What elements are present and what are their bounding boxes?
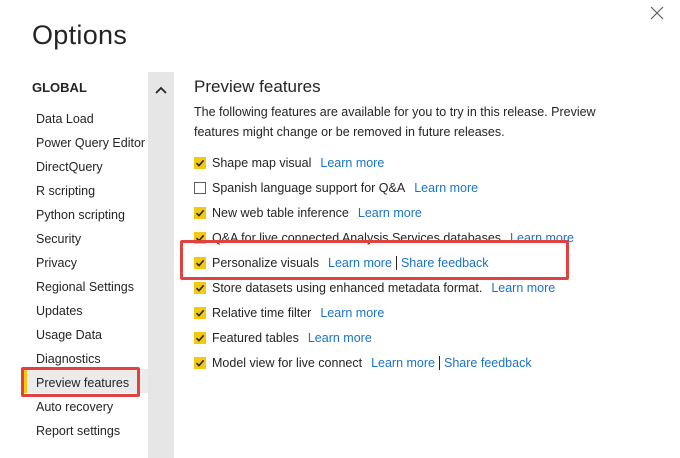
feature-list: Shape map visual Learn more Spanish langua… [194, 150, 574, 375]
sidebar-item-updates[interactable]: Updates [36, 299, 145, 323]
feature-label: Store datasets using enhanced metadata f… [212, 280, 483, 295]
feature-row: Model view for live connect Learn more Sha… [194, 350, 574, 375]
chevron-up-icon[interactable] [148, 74, 173, 106]
sidebar-item-directquery[interactable]: DirectQuery [36, 155, 145, 179]
feature-checkbox[interactable] [194, 306, 206, 319]
feature-checkbox[interactable] [194, 231, 206, 244]
checkmark-icon [195, 309, 205, 317]
feature-row: Shape map visual Learn more [194, 150, 574, 175]
feature-checkbox[interactable] [194, 156, 206, 169]
checkmark-icon [195, 234, 205, 242]
learn-more-link[interactable]: Learn more [308, 331, 372, 345]
feature-label: Spanish language support for Q&A [212, 180, 406, 195]
link-separator [395, 255, 397, 270]
feature-label: Model view for live connect [212, 355, 363, 370]
sidebar-item-power-query-editor[interactable]: Power Query Editor [36, 131, 145, 155]
sidebar-item-usage-data[interactable]: Usage Data [36, 323, 145, 347]
feature-label: Q&A for live connected Analysis Services… [212, 230, 502, 245]
sidebar-scrollbar[interactable] [148, 72, 173, 458]
feature-row: New web table inference Learn more [194, 200, 574, 225]
feature-label: Personalize visuals [212, 255, 319, 270]
sidebar-item-privacy[interactable]: Privacy [36, 251, 145, 275]
learn-more-link[interactable]: Learn more [414, 181, 478, 195]
sidebar-item-diagnostics[interactable]: Diagnostics [36, 347, 145, 371]
sidebar-item-report-settings[interactable]: Report settings [36, 419, 145, 443]
sidebar-item-regional-settings[interactable]: Regional Settings [36, 275, 145, 299]
learn-more-link[interactable]: Learn more [328, 256, 392, 270]
feature-row: Relative time filter Learn more [194, 300, 574, 325]
sidebar-item-auto-recovery[interactable]: Auto recovery [36, 395, 145, 419]
learn-more-link[interactable]: Learn more [510, 231, 574, 245]
learn-more-link[interactable]: Learn more [371, 356, 435, 370]
sidebar-item-security[interactable]: Security [36, 227, 145, 251]
feature-label: Shape map visual [212, 155, 312, 170]
feature-checkbox[interactable] [194, 181, 206, 194]
page-description: The following features are available for… [194, 105, 596, 139]
feature-label: New web table inference [212, 205, 349, 220]
learn-more-link[interactable]: Learn more [358, 206, 422, 220]
feature-row: Store datasets using enhanced metadata f… [194, 275, 574, 300]
sidebar: GLOBAL Data Load Power Query Editor Direct… [0, 72, 175, 458]
learn-more-link[interactable]: Learn more [320, 306, 384, 320]
feature-row: Featured tables Learn more [194, 325, 574, 350]
checkmark-icon [195, 209, 205, 217]
feature-checkbox[interactable] [194, 281, 206, 294]
checkmark-icon [195, 159, 205, 167]
feature-label: Featured tables [212, 330, 299, 345]
checkmark-icon [195, 259, 205, 267]
checkmark-icon [195, 284, 205, 292]
sidebar-selection-marker [24, 369, 27, 393]
share-feedback-link[interactable]: Share feedback [444, 356, 532, 370]
feature-row: Spanish language support for Q&A Learn mo… [194, 175, 574, 200]
feature-checkbox[interactable] [194, 331, 206, 344]
feature-checkbox[interactable] [194, 206, 206, 219]
feature-checkbox[interactable] [194, 356, 206, 369]
sidebar-heading: GLOBAL [32, 80, 87, 95]
options-dialog: Options GLOBAL Data Load Power Query Edit… [0, 0, 680, 458]
main-content: Preview features The following features … [194, 76, 664, 142]
feature-row: Personalize visuals Learn more Share feedb… [194, 250, 574, 275]
learn-more-link[interactable]: Learn more [320, 156, 384, 170]
checkmark-icon [195, 334, 205, 342]
feature-label: Relative time filter [212, 305, 312, 320]
sidebar-list: Data Load Power Query Editor DirectQuery R … [36, 107, 145, 443]
sidebar-item-python-scripting[interactable]: Python scripting [36, 203, 145, 227]
checkmark-icon [195, 359, 205, 367]
page-title: Preview features [194, 77, 321, 96]
share-feedback-link[interactable]: Share feedback [401, 256, 489, 270]
dialog-title: Options [32, 20, 128, 50]
learn-more-link[interactable]: Learn more [491, 281, 555, 295]
close-icon[interactable] [648, 4, 666, 22]
sidebar-item-data-load[interactable]: Data Load [36, 107, 145, 131]
sidebar-item-preview-features[interactable]: Preview features [36, 371, 145, 395]
feature-row: Q&A for live connected Analysis Services… [194, 225, 574, 250]
link-separator [439, 355, 441, 370]
divider [173, 72, 174, 458]
feature-checkbox[interactable] [194, 256, 206, 269]
sidebar-item-r-scripting[interactable]: R scripting [36, 179, 145, 203]
